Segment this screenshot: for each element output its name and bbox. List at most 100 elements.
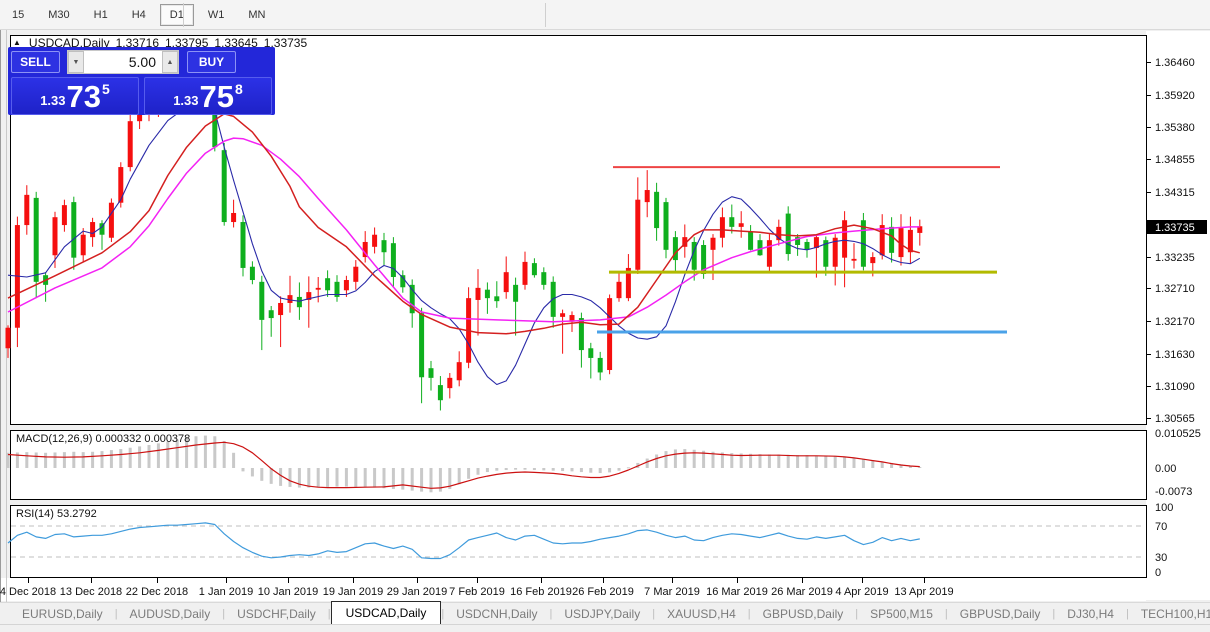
sell-price-button[interactable]: 1.33 73 5 xyxy=(11,77,139,115)
macd-bar xyxy=(561,468,564,471)
svg-text:1.33735: 1.33735 xyxy=(1155,222,1195,234)
macd-bar xyxy=(871,460,874,468)
macd-bar xyxy=(411,468,414,491)
rsi-axis-label: 70 xyxy=(1155,521,1167,533)
macd-bar xyxy=(44,453,47,468)
candle-body xyxy=(81,235,86,256)
macd-bar xyxy=(223,441,226,468)
macd-bar xyxy=(251,468,254,476)
macd-bar xyxy=(495,468,498,471)
one-click-trading-panel: SELL ▼ ▲ BUY 1.33 73 5 1.33 75 8 xyxy=(8,47,275,115)
candle-body xyxy=(438,385,443,400)
candle-body xyxy=(447,378,452,388)
macd-bar xyxy=(674,449,677,468)
macd-bar xyxy=(824,456,827,468)
macd-bar xyxy=(101,451,104,468)
volume-input[interactable] xyxy=(84,51,162,73)
macd-bar xyxy=(166,442,169,468)
candle-body xyxy=(353,267,358,282)
chart-tab-gbpusd-daily[interactable]: GBPUSD,Daily xyxy=(751,604,856,624)
candle-body xyxy=(664,202,669,250)
candle-body xyxy=(231,213,236,222)
macd-bar xyxy=(599,468,602,473)
chart-tab-usdcnh-daily[interactable]: USDCNH,Daily xyxy=(444,604,549,624)
volume-decrease-icon[interactable]: ▼ xyxy=(68,51,84,73)
macd-bar xyxy=(505,468,508,470)
macd-bar xyxy=(815,455,818,467)
buy-price-button[interactable]: 1.33 75 8 xyxy=(144,77,272,115)
candle-body xyxy=(494,296,499,301)
macd-bar xyxy=(683,449,686,468)
chart-tab-bar: EURUSD,Daily|AUDUSD,Daily|USDCHF,Daily|U… xyxy=(0,602,1210,624)
buy-button[interactable]: BUY xyxy=(187,51,236,73)
date-label: 10 Jan 2019 xyxy=(258,586,319,598)
candle-body xyxy=(889,227,894,253)
macd-bar xyxy=(524,468,527,470)
sell-price-sup: 5 xyxy=(102,81,110,97)
chart-tab-dj30-h4[interactable]: DJ30,H4 xyxy=(1055,604,1126,624)
date-label: 29 Jan 2019 xyxy=(387,586,448,598)
candle-wick xyxy=(496,281,497,308)
macd-bar xyxy=(345,468,348,487)
macd-bar xyxy=(326,468,329,487)
candle-body xyxy=(541,272,546,285)
candle-body xyxy=(635,200,640,270)
rsi-axis-label: 30 xyxy=(1155,552,1167,564)
macd-axis-label: 0.010525 xyxy=(1155,428,1201,440)
candle-body xyxy=(523,262,528,285)
collapse-panel-icon[interactable]: ▲ xyxy=(13,38,21,47)
chart-tab-tech100-h1[interactable]: TECH100,H1 xyxy=(1129,604,1210,624)
chart-tab-eurusd-daily[interactable]: EURUSD,Daily xyxy=(10,604,115,624)
macd-bar xyxy=(420,468,423,492)
macd-bar xyxy=(796,455,799,468)
macd-bar xyxy=(364,468,367,487)
candle-body xyxy=(645,190,650,202)
chart-tab-sp500-m15[interactable]: SP500,M15 xyxy=(858,604,945,624)
chart-tab-audusd-daily[interactable]: AUDUSD,Daily xyxy=(118,604,223,624)
chart-tab-usdjpy-daily[interactable]: USDJPY,Daily xyxy=(552,604,652,624)
date-label: 26 Feb 2019 xyxy=(572,586,634,598)
chart-tab-gbpusd-daily[interactable]: GBPUSD,Daily xyxy=(948,604,1053,624)
date-label: 16 Feb 2019 xyxy=(510,586,572,598)
candle-body xyxy=(504,272,509,292)
macd-bar xyxy=(279,468,282,486)
svg-text:1.31090: 1.31090 xyxy=(1155,381,1195,393)
macd-bar xyxy=(35,452,38,468)
macd-bar xyxy=(458,468,461,484)
candle-body xyxy=(852,259,857,261)
date-label: 4 Apr 2019 xyxy=(835,586,888,598)
date-label: 4 Dec 2018 xyxy=(0,586,56,598)
trading-terminal-window: 15M30H1H4D1W1MN 1.364601.359201.353801.3… xyxy=(0,0,1210,632)
svg-text:1.31630: 1.31630 xyxy=(1155,349,1195,361)
candle-body xyxy=(617,282,622,298)
macd-bar xyxy=(853,458,856,468)
macd-bar xyxy=(232,453,235,468)
macd-bar xyxy=(129,448,132,468)
svg-text:1.35920: 1.35920 xyxy=(1155,90,1195,102)
candle-body xyxy=(118,167,123,203)
volume-increase-icon[interactable]: ▲ xyxy=(162,51,178,73)
macd-bar xyxy=(195,436,198,468)
chart-tab-usdchf-daily[interactable]: USDCHF,Daily xyxy=(225,604,328,624)
date-label: 16 Mar 2019 xyxy=(706,586,768,598)
candle-body xyxy=(560,313,565,317)
rsi-axis-label: 0 xyxy=(1155,567,1161,579)
svg-text:1.35380: 1.35380 xyxy=(1155,122,1195,134)
chart-tab-xauusd-h4[interactable]: XAUUSD,H4 xyxy=(655,604,748,624)
candle-wick xyxy=(290,276,291,313)
rsi-axis-label: 100 xyxy=(1155,502,1173,514)
macd-bar xyxy=(82,452,85,468)
macd-bar xyxy=(514,468,517,470)
macd-bar xyxy=(260,468,263,481)
candle-body xyxy=(391,243,396,277)
macd-bar xyxy=(336,468,339,487)
candle-body xyxy=(128,121,133,167)
macd-bar xyxy=(533,468,536,470)
candle-body xyxy=(71,202,76,258)
sell-button[interactable]: SELL xyxy=(11,51,60,73)
svg-text:1.32170: 1.32170 xyxy=(1155,316,1195,328)
current-price-label: 1.33735 xyxy=(1147,220,1207,234)
candle-wick xyxy=(854,243,855,268)
chart-tab-usdcad-daily[interactable]: USDCAD,Daily xyxy=(331,601,442,624)
candle-body xyxy=(607,298,612,370)
